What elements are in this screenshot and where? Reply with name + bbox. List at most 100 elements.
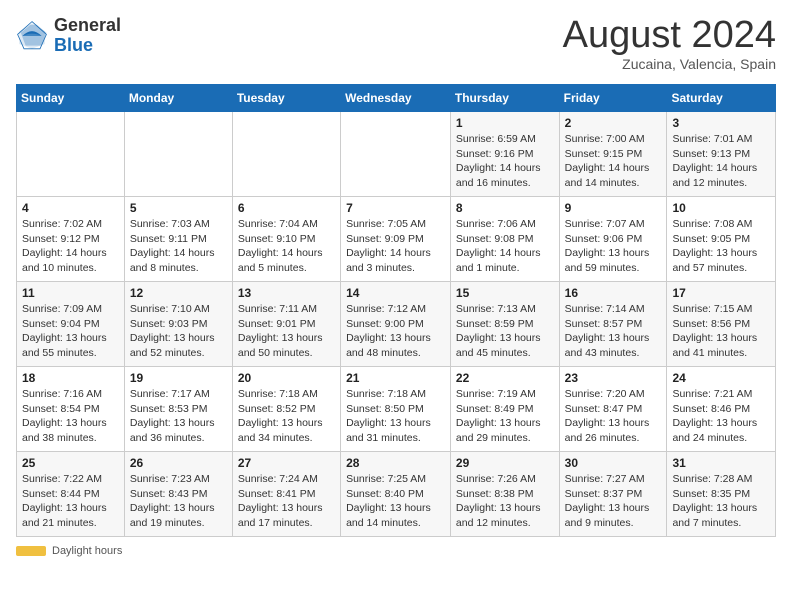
- calendar-cell: [232, 112, 340, 197]
- calendar-week-4: 18Sunrise: 7:16 AM Sunset: 8:54 PM Dayli…: [17, 367, 776, 452]
- logo-general: General: [54, 16, 121, 36]
- day-info: Sunrise: 7:20 AM Sunset: 8:47 PM Dayligh…: [565, 387, 662, 446]
- calendar-cell: 23 Sunrise: 7:20 AM Sunset: 8:47 PM Dayli…: [559, 367, 667, 452]
- day-number: 19: [130, 371, 227, 385]
- day-info: Sunrise: 7:22 AM Sunset: 8:44 PM Dayligh…: [22, 472, 119, 531]
- day-number: 31: [672, 456, 770, 470]
- day-number: 28: [346, 456, 445, 470]
- day-number: 17: [672, 286, 770, 300]
- calendar-cell: 7 Sunrise: 7:05 AM Sunset: 9:09 PM Daylig…: [341, 197, 451, 282]
- calendar-cell: 16 Sunrise: 7:14 AM Sunset: 8:57 PM Dayli…: [559, 282, 667, 367]
- calendar-cell: 22 Sunrise: 7:19 AM Sunset: 8:49 PM Dayli…: [450, 367, 559, 452]
- calendar-week-1: 1Sunrise: 6:59 AM Sunset: 9:16 PM Daylig…: [17, 112, 776, 197]
- day-number: 25: [22, 456, 119, 470]
- day-info: Sunrise: 7:27 AM Sunset: 8:37 PM Dayligh…: [565, 472, 662, 531]
- day-number: 23: [565, 371, 662, 385]
- day-info: Sunrise: 7:21 AM Sunset: 8:46 PM Dayligh…: [672, 387, 770, 446]
- day-info: Sunrise: 6:59 AM Sunset: 9:16 PM Dayligh…: [456, 132, 554, 191]
- day-number: 16: [565, 286, 662, 300]
- calendar-cell: 28 Sunrise: 7:25 AM Sunset: 8:40 PM Dayli…: [341, 452, 451, 537]
- day-info: Sunrise: 7:02 AM Sunset: 9:12 PM Dayligh…: [22, 217, 119, 276]
- day-number: 14: [346, 286, 445, 300]
- header-day-monday: Monday: [124, 85, 232, 112]
- calendar-cell: 31 Sunrise: 7:28 AM Sunset: 8:35 PM Dayli…: [667, 452, 776, 537]
- day-info: Sunrise: 7:07 AM Sunset: 9:06 PM Dayligh…: [565, 217, 662, 276]
- calendar-cell: 17Sunrise: 7:15 AM Sunset: 8:56 PM Dayli…: [667, 282, 776, 367]
- day-number: 18: [22, 371, 119, 385]
- day-number: 22: [456, 371, 554, 385]
- calendar-cell: 18Sunrise: 7:16 AM Sunset: 8:54 PM Dayli…: [17, 367, 125, 452]
- day-number: 9: [565, 201, 662, 215]
- calendar-body: 1Sunrise: 6:59 AM Sunset: 9:16 PM Daylig…: [17, 112, 776, 537]
- calendar-cell: [17, 112, 125, 197]
- calendar-cell: 21 Sunrise: 7:18 AM Sunset: 8:50 PM Dayli…: [341, 367, 451, 452]
- day-info: Sunrise: 7:17 AM Sunset: 8:53 PM Dayligh…: [130, 387, 227, 446]
- day-number: 4: [22, 201, 119, 215]
- day-number: 12: [130, 286, 227, 300]
- calendar-cell: 20 Sunrise: 7:18 AM Sunset: 8:52 PM Dayli…: [232, 367, 340, 452]
- day-info: Sunrise: 7:12 AM Sunset: 9:00 PM Dayligh…: [346, 302, 445, 361]
- day-number: 20: [238, 371, 335, 385]
- day-info: Sunrise: 7:25 AM Sunset: 8:40 PM Dayligh…: [346, 472, 445, 531]
- header-row: SundayMondayTuesdayWednesdayThursdayFrid…: [17, 85, 776, 112]
- day-info: Sunrise: 7:23 AM Sunset: 8:43 PM Dayligh…: [130, 472, 227, 531]
- day-info: Sunrise: 7:04 AM Sunset: 9:10 PM Dayligh…: [238, 217, 335, 276]
- day-number: 30: [565, 456, 662, 470]
- calendar-cell: 5 Sunrise: 7:03 AM Sunset: 9:11 PM Daylig…: [124, 197, 232, 282]
- day-info: Sunrise: 7:00 AM Sunset: 9:15 PM Dayligh…: [565, 132, 662, 191]
- logo-text: General Blue: [54, 16, 121, 56]
- day-number: 27: [238, 456, 335, 470]
- title-area: August 2024 Zucaina, Valencia, Spain: [563, 16, 776, 72]
- day-info: Sunrise: 7:05 AM Sunset: 9:09 PM Dayligh…: [346, 217, 445, 276]
- day-number: 15: [456, 286, 554, 300]
- calendar-cell: 15 Sunrise: 7:13 AM Sunset: 8:59 PM Dayli…: [450, 282, 559, 367]
- header-day-thursday: Thursday: [450, 85, 559, 112]
- calendar-cell: [124, 112, 232, 197]
- day-info: Sunrise: 7:26 AM Sunset: 8:38 PM Dayligh…: [456, 472, 554, 531]
- calendar-cell: 14 Sunrise: 7:12 AM Sunset: 9:00 PM Dayli…: [341, 282, 451, 367]
- calendar-cell: 3Sunrise: 7:01 AM Sunset: 9:13 PM Daylig…: [667, 112, 776, 197]
- day-number: 21: [346, 371, 445, 385]
- calendar-cell: 13 Sunrise: 7:11 AM Sunset: 9:01 PM Dayli…: [232, 282, 340, 367]
- day-number: 5: [130, 201, 227, 215]
- header-day-wednesday: Wednesday: [341, 85, 451, 112]
- header-day-sunday: Sunday: [17, 85, 125, 112]
- day-number: 6: [238, 201, 335, 215]
- calendar-week-5: 25 Sunrise: 7:22 AM Sunset: 8:44 PM Dayli…: [17, 452, 776, 537]
- day-info: Sunrise: 7:08 AM Sunset: 9:05 PM Dayligh…: [672, 217, 770, 276]
- logo: General Blue: [16, 16, 121, 56]
- day-info: Sunrise: 7:03 AM Sunset: 9:11 PM Dayligh…: [130, 217, 227, 276]
- location-subtitle: Zucaina, Valencia, Spain: [563, 56, 776, 72]
- day-info: Sunrise: 7:18 AM Sunset: 8:52 PM Dayligh…: [238, 387, 335, 446]
- day-number: 7: [346, 201, 445, 215]
- calendar-cell: 6 Sunrise: 7:04 AM Sunset: 9:10 PM Daylig…: [232, 197, 340, 282]
- day-info: Sunrise: 7:28 AM Sunset: 8:35 PM Dayligh…: [672, 472, 770, 531]
- day-number: 26: [130, 456, 227, 470]
- day-number: 13: [238, 286, 335, 300]
- day-info: Sunrise: 7:01 AM Sunset: 9:13 PM Dayligh…: [672, 132, 770, 191]
- day-number: 2: [565, 116, 662, 130]
- calendar-cell: 30 Sunrise: 7:27 AM Sunset: 8:37 PM Dayli…: [559, 452, 667, 537]
- day-info: Sunrise: 7:13 AM Sunset: 8:59 PM Dayligh…: [456, 302, 554, 361]
- calendar-cell: 10 Sunrise: 7:08 AM Sunset: 9:05 PM Dayli…: [667, 197, 776, 282]
- day-info: Sunrise: 7:18 AM Sunset: 8:50 PM Dayligh…: [346, 387, 445, 446]
- calendar-cell: 4 Sunrise: 7:02 AM Sunset: 9:12 PM Daylig…: [17, 197, 125, 282]
- calendar-cell: [341, 112, 451, 197]
- calendar-cell: 12Sunrise: 7:10 AM Sunset: 9:03 PM Dayli…: [124, 282, 232, 367]
- day-number: 8: [456, 201, 554, 215]
- day-info: Sunrise: 7:19 AM Sunset: 8:49 PM Dayligh…: [456, 387, 554, 446]
- month-year-title: August 2024: [563, 16, 776, 54]
- day-info: Sunrise: 7:11 AM Sunset: 9:01 PM Dayligh…: [238, 302, 335, 361]
- calendar-table: SundayMondayTuesdayWednesdayThursdayFrid…: [16, 84, 776, 537]
- calendar-cell: 24Sunrise: 7:21 AM Sunset: 8:46 PM Dayli…: [667, 367, 776, 452]
- day-number: 10: [672, 201, 770, 215]
- page-header: General Blue August 2024 Zucaina, Valenc…: [16, 16, 776, 72]
- calendar-cell: 11Sunrise: 7:09 AM Sunset: 9:04 PM Dayli…: [17, 282, 125, 367]
- header-day-tuesday: Tuesday: [232, 85, 340, 112]
- calendar-cell: 29Sunrise: 7:26 AM Sunset: 8:38 PM Dayli…: [450, 452, 559, 537]
- calendar-cell: 9 Sunrise: 7:07 AM Sunset: 9:06 PM Daylig…: [559, 197, 667, 282]
- daylight-label: Daylight hours: [52, 545, 122, 557]
- day-info: Sunrise: 7:06 AM Sunset: 9:08 PM Dayligh…: [456, 217, 554, 276]
- day-info: Sunrise: 7:14 AM Sunset: 8:57 PM Dayligh…: [565, 302, 662, 361]
- calendar-week-2: 4 Sunrise: 7:02 AM Sunset: 9:12 PM Daylig…: [17, 197, 776, 282]
